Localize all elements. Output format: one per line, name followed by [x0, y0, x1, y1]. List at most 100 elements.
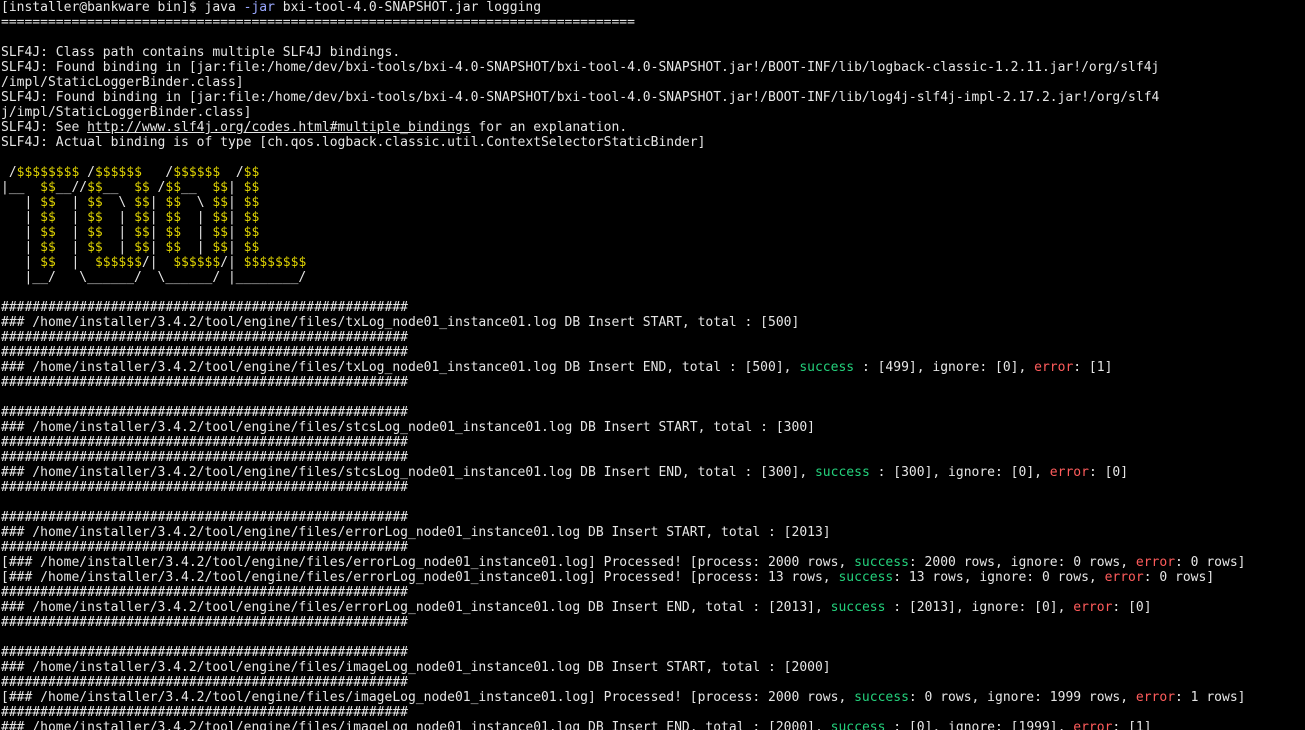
terminal-text: / [141, 165, 174, 180]
terminal-text: error [1034, 360, 1074, 375]
terminal-line: ### /home/installer/3.4.2/tool/engine/fi… [1, 360, 1305, 375]
terminal-text: [installer@bankware bin]$ java [1, 0, 244, 15]
terminal-text: | [228, 195, 244, 210]
terminal-text: | [55, 255, 95, 270]
terminal-text: $$ [87, 210, 103, 225]
terminal-text: ########################################… [1, 540, 408, 555]
terminal-text: $$ [165, 240, 182, 255]
terminal-text: $$ [134, 210, 150, 225]
terminal-text: ### /home/installer/3.4.2/tool/engine/fi… [1, 525, 831, 540]
terminal-text: __ [181, 180, 213, 195]
terminal-text: -jar [243, 0, 275, 15]
terminal-text: $$$$$$$$ [243, 255, 307, 270]
terminal-line: [installer@bankware bin]$ java -jar bxi-… [1, 0, 1305, 15]
terminal-text: / [220, 165, 244, 180]
terminal-line: ### /home/installer/3.4.2/tool/engine/fi… [1, 525, 1305, 540]
terminal-text: | [1, 240, 41, 255]
terminal-text: ########################################… [1, 585, 408, 600]
terminal-text: | [149, 225, 166, 240]
terminal-text: $$ [87, 225, 103, 240]
terminal-text: success [830, 720, 886, 730]
terminal-text: $$ [40, 240, 56, 255]
terminal-text: ### /home/installer/3.4.2/tool/engine/fi… [1, 360, 800, 375]
terminal-text: | [228, 225, 244, 240]
terminal-text: __ [102, 180, 135, 195]
terminal-text: : [300], ignore: [0], [869, 465, 1050, 480]
terminal-text: error [1135, 555, 1176, 570]
terminal-line: ### /home/installer/3.4.2/tool/engine/fi… [1, 315, 1305, 330]
terminal-window[interactable]: [installer@bankware bin]$ java -jar bxi-… [0, 0, 1305, 730]
terminal-text: error [1073, 720, 1113, 730]
terminal-line: SLF4J: Found binding in [jar:file:/home/… [1, 90, 1305, 105]
terminal-text: $$ [212, 240, 229, 255]
terminal-text: | [181, 240, 213, 255]
terminal-text: : 2000 rows, ignore: 0 rows, [908, 555, 1136, 570]
terminal-text: | [181, 210, 213, 225]
terminal-line: ========================================… [1, 15, 1305, 30]
terminal-line: ########################################… [1, 675, 1305, 690]
terminal-text: ### /home/installer/3.4.2/tool/engine/fi… [1, 420, 815, 435]
terminal-line: [### /home/installer/3.4.2/tool/engine/f… [1, 555, 1305, 570]
terminal-line: j/impl/StaticLoggerBinder.class] [1, 105, 1305, 120]
terminal-text: $$ [87, 240, 103, 255]
terminal-line: |__/ \______/ \______/ |________/ [1, 270, 1305, 285]
terminal-line: /$$$$$$$$ /$$$$$$ /$$$$$$ /$$ [1, 165, 1305, 180]
terminal-text: /| [220, 255, 244, 270]
terminal-text: | [55, 225, 88, 240]
terminal-text: $$ [87, 180, 103, 195]
terminal-text: ########################################… [1, 510, 408, 525]
terminal-text: success [838, 570, 894, 585]
terminal-text: $$ [40, 195, 56, 210]
terminal-text: __// [55, 180, 88, 195]
terminal-link[interactable]: http://www.slf4j.org/codes.html#multiple… [87, 120, 471, 135]
terminal-text: ### /home/installer/3.4.2/tool/engine/fi… [1, 660, 831, 675]
terminal-line: [### /home/installer/3.4.2/tool/engine/f… [1, 570, 1305, 585]
terminal-text: | [102, 240, 135, 255]
terminal-text: ########################################… [1, 375, 408, 390]
terminal-line: [### /home/installer/3.4.2/tool/engine/f… [1, 690, 1305, 705]
terminal-line: ########################################… [1, 645, 1305, 660]
terminal-text: | [1, 195, 41, 210]
terminal-text: / [149, 180, 166, 195]
terminal-line: ########################################… [1, 585, 1305, 600]
terminal-text: ########################################… [1, 300, 408, 315]
terminal-line: ########################################… [1, 510, 1305, 525]
terminal-text: bxi-tool-4.0-SNAPSHOT.jar logging [274, 0, 542, 15]
terminal-text: $$ [212, 180, 229, 195]
terminal-text: : 0 rows, ignore: 1999 rows, [908, 690, 1136, 705]
terminal-text: $$ [212, 210, 229, 225]
terminal-line: | $$ | $$$$$$/| $$$$$$/| $$$$$$$$ [1, 255, 1305, 270]
terminal-text: $$$$$$ [173, 165, 221, 180]
terminal-line: ########################################… [1, 405, 1305, 420]
terminal-line: ########################################… [1, 300, 1305, 315]
terminal-text: $$ [212, 225, 229, 240]
terminal-line: /impl/StaticLoggerBinder.class] [1, 75, 1305, 90]
terminal-text: : [0], ignore: [1999], [885, 720, 1074, 730]
terminal-text: | [181, 225, 213, 240]
terminal-text: $$ [165, 210, 182, 225]
terminal-text: |__ [1, 180, 41, 195]
terminal-text: / [79, 165, 95, 180]
terminal-text: ########################################… [1, 705, 408, 720]
terminal-text: [### /home/installer/3.4.2/tool/engine/f… [1, 690, 855, 705]
terminal-line: ########################################… [1, 540, 1305, 555]
terminal-line: | $$ | $$ | $$| $$ | $$| $$ [1, 210, 1305, 225]
terminal-line: | $$ | $$ | $$| $$ | $$| $$ [1, 225, 1305, 240]
terminal-line: ########################################… [1, 480, 1305, 495]
terminal-text: error [1049, 465, 1089, 480]
terminal-text: success [830, 600, 886, 615]
terminal-text: ########################################… [1, 645, 408, 660]
terminal-text: |__/ \______/ \______/ |________/ [1, 270, 307, 285]
terminal-text: \ [102, 195, 135, 210]
terminal-text: ########################################… [1, 435, 408, 450]
terminal-text: success [854, 555, 909, 570]
terminal-text: $$$$$$ [173, 255, 221, 270]
terminal-text: success [854, 690, 909, 705]
terminal-text: | [149, 240, 166, 255]
terminal-text: SLF4J: Class path contains multiple SLF4… [1, 45, 401, 60]
